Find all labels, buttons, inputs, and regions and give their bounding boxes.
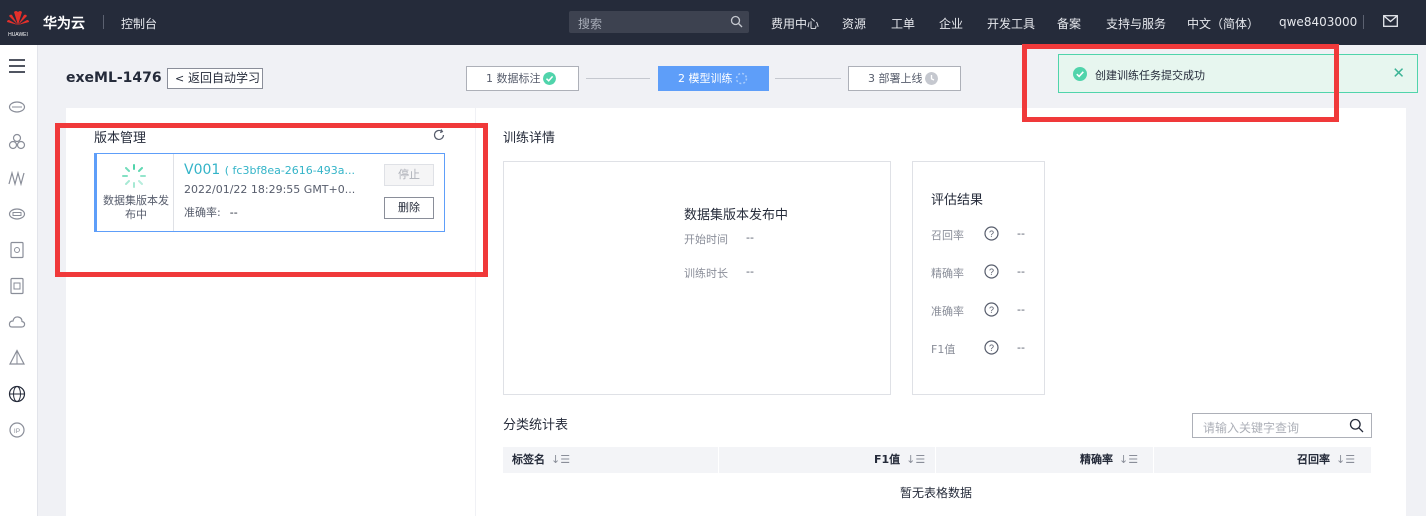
duration-label: 训练时长 — [684, 267, 728, 280]
step-connector — [775, 78, 841, 79]
column-f1[interactable]: F1值 ↓☰ — [874, 447, 925, 473]
page-title: exeML-1476 — [66, 70, 162, 86]
cluster-icon[interactable] — [8, 133, 26, 151]
highlight-frame-toast — [1022, 44, 1339, 122]
cloud-service-icon[interactable] — [8, 97, 26, 115]
search-icon[interactable] — [730, 15, 743, 28]
menu-icon[interactable] — [8, 57, 26, 75]
sort-icon[interactable]: ↓☰ — [906, 453, 925, 466]
help-icon[interactable]: ? — [984, 302, 999, 317]
step-label: 3 部署上线 — [868, 72, 923, 85]
chevron-left-icon: < — [175, 72, 185, 85]
nav-dev-tools[interactable]: 开发工具 — [987, 15, 1035, 32]
column-label-name[interactable]: 标签名 ↓☰ — [512, 447, 570, 473]
metric-value: -- — [1017, 341, 1025, 354]
sort-icon[interactable]: ↓☰ — [1336, 453, 1355, 466]
back-button-label: 返回自动学习 — [188, 71, 261, 85]
start-time-value: -- — [746, 231, 754, 244]
classification-stats-title: 分类统计表 — [503, 418, 569, 433]
service-sidebar: IP — [0, 45, 38, 516]
divider — [1363, 15, 1364, 29]
nav-enterprise[interactable]: 企业 — [939, 15, 963, 32]
nav-tickets[interactable]: 工单 — [891, 15, 915, 32]
step-label: 1 数据标注 — [486, 72, 541, 85]
metric-value: -- — [1017, 227, 1025, 240]
nav-resources[interactable]: 资源 — [842, 15, 866, 32]
step-label: 2 模型训练 — [678, 72, 733, 85]
evaluation-box: 评估结果 召回率 ? -- 精确率 ? -- 准确率 ? -- F1值 ? -- — [912, 161, 1045, 395]
svg-text:?: ? — [989, 305, 994, 315]
svg-text:?: ? — [989, 343, 994, 353]
back-to-automl-button[interactable]: < 返回自动学习 — [167, 68, 263, 89]
document-icon[interactable] — [8, 241, 26, 259]
globe-icon[interactable] — [8, 385, 26, 403]
file-icon[interactable] — [8, 277, 26, 295]
console-link[interactable]: 控制台 — [121, 15, 157, 32]
highlight-frame-version — [55, 123, 488, 277]
help-icon[interactable]: ? — [984, 226, 999, 241]
column-divider — [1153, 447, 1154, 473]
metric-label: 准确率 — [931, 305, 964, 318]
close-icon[interactable]: ✕ — [1392, 64, 1405, 82]
keyword-search-input[interactable]: 请输入关键字查询 — [1192, 413, 1372, 438]
column-divider — [718, 447, 719, 473]
sort-icon[interactable]: ↓☰ — [1119, 453, 1138, 466]
evaluation-title: 评估结果 — [931, 193, 984, 208]
help-icon[interactable]: ? — [984, 264, 999, 279]
training-details-title: 训练详情 — [503, 131, 556, 146]
duration-value: -- — [746, 265, 754, 278]
storage-icon[interactable] — [8, 205, 26, 223]
step-deploy-online[interactable]: 3 部署上线 — [848, 66, 961, 91]
svg-text:?: ? — [989, 267, 994, 277]
metric-value: -- — [1017, 265, 1025, 278]
training-status-box: 数据集版本发布中 开始时间 -- 训练时长 -- — [503, 161, 891, 395]
deploy-icon[interactable] — [8, 349, 26, 367]
logo-text: HUAWEI — [8, 32, 28, 38]
ip-icon[interactable]: IP — [8, 421, 26, 439]
metric-label: F1值 — [931, 343, 956, 356]
step-connector — [586, 78, 650, 79]
mail-icon[interactable] — [1383, 15, 1398, 27]
huawei-logo[interactable]: HUAWEI — [5, 8, 31, 38]
metric-label: 召回率 — [931, 229, 964, 242]
brand-name[interactable]: 华为云 — [43, 13, 85, 33]
clock-icon — [925, 72, 938, 85]
search-icon[interactable] — [1349, 418, 1364, 433]
nav-language[interactable]: 中文（简体） — [1187, 15, 1259, 32]
empty-table-message: 暂无表格数据 — [900, 486, 973, 500]
top-bar: HUAWEI 华为云 控制台 搜索 费用中心 资源 工单 企业 开发工具 备案 … — [0, 0, 1426, 45]
sort-icon[interactable]: ↓☰ — [551, 453, 570, 466]
global-search-input[interactable]: 搜索 — [569, 11, 749, 33]
svg-text:IP: IP — [14, 428, 20, 435]
training-status-heading: 数据集版本发布中 — [684, 208, 789, 223]
stats-table-header: 标签名 ↓☰ F1值 ↓☰ 精确率 ↓☰ 召回率 ↓☰ — [503, 447, 1371, 473]
cloud-icon[interactable] — [8, 313, 26, 331]
column-precision[interactable]: 精确率 ↓☰ — [1080, 447, 1138, 473]
metric-value: -- — [1017, 303, 1025, 316]
filter-placeholder: 请输入关键字查询 — [1203, 421, 1300, 435]
search-placeholder: 搜索 — [578, 17, 603, 31]
column-recall[interactable]: 召回率 ↓☰ — [1297, 447, 1355, 473]
ai-model-icon[interactable] — [8, 169, 26, 187]
loading-spinner-icon — [735, 72, 748, 85]
svg-text:?: ? — [989, 229, 994, 239]
divider — [103, 15, 104, 29]
nav-filing[interactable]: 备案 — [1057, 15, 1081, 32]
start-time-label: 开始时间 — [684, 233, 728, 246]
check-circle-icon — [543, 72, 556, 85]
step-model-training[interactable]: 2 模型训练 — [658, 66, 769, 91]
help-icon[interactable]: ? — [984, 340, 999, 355]
nav-support[interactable]: 支持与服务 — [1106, 15, 1166, 32]
column-divider — [935, 447, 936, 473]
nav-billing[interactable]: 费用中心 — [771, 15, 819, 32]
metric-label: 精确率 — [931, 267, 964, 280]
nav-user-account[interactable]: qwe8403000 — [1279, 15, 1357, 29]
step-data-labeling[interactable]: 1 数据标注 — [466, 66, 579, 91]
